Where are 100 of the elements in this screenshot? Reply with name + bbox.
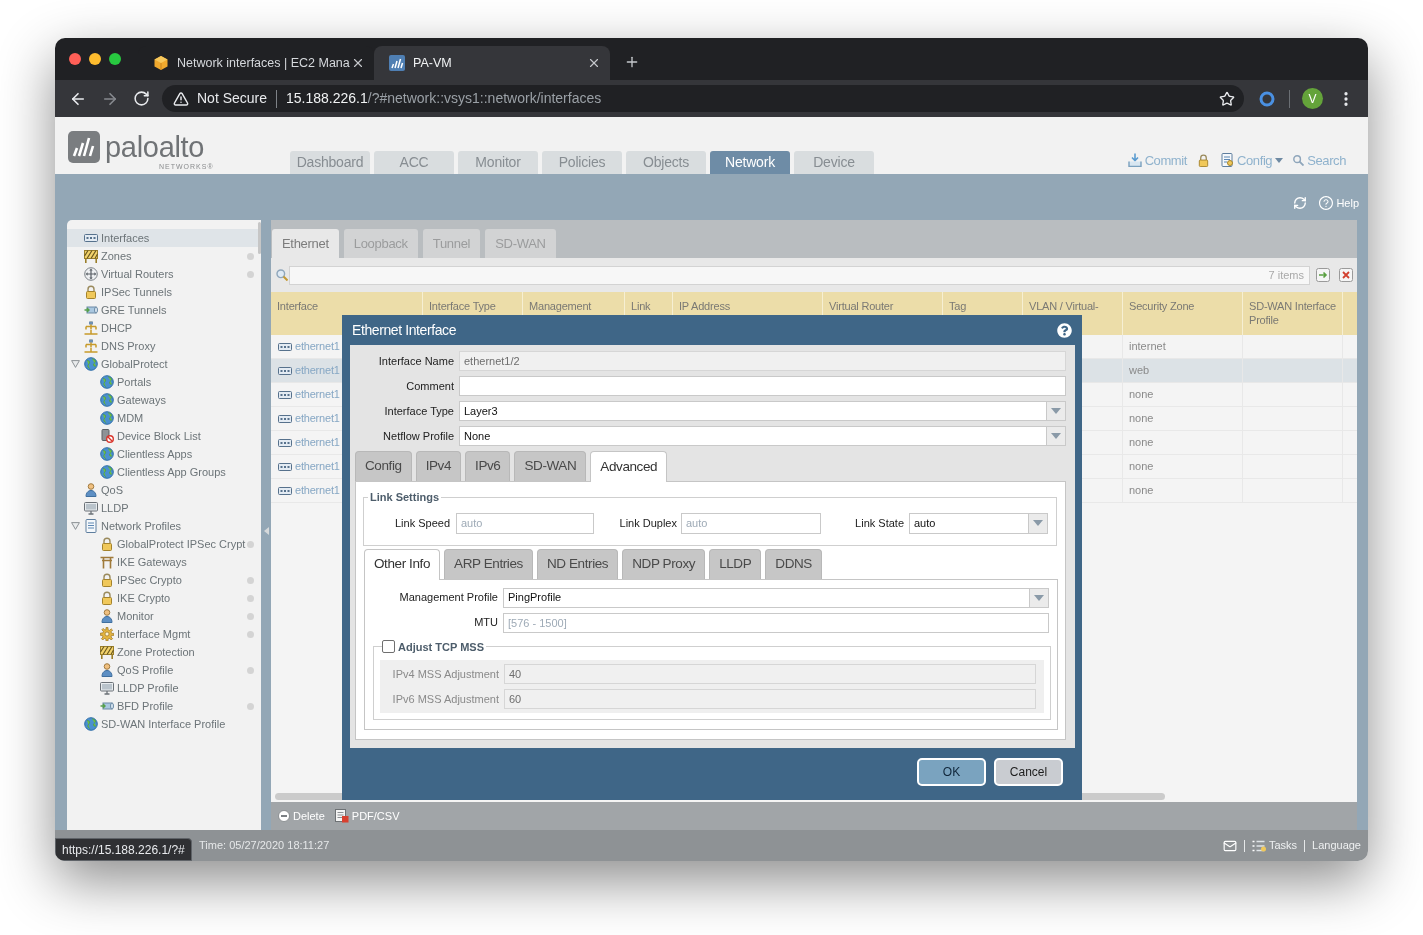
sidebar-item[interactable]: IKE Gateways xyxy=(67,553,258,571)
nav-tab[interactable]: Network xyxy=(710,151,790,174)
text-field[interactable]: auto xyxy=(681,512,821,534)
refresh-icon[interactable] xyxy=(1293,196,1308,210)
tab[interactable]: DDNS xyxy=(765,548,822,579)
reload-icon[interactable] xyxy=(133,90,150,107)
sidebar-item[interactable]: GlobalProtect IPSec Crypt xyxy=(67,535,258,553)
sidebar-item[interactable]: QoS Profile xyxy=(67,661,258,679)
ring-icon[interactable] xyxy=(1259,90,1275,107)
sidebar-item[interactable]: Interface Mgmt xyxy=(67,625,258,643)
tab[interactable]: NDP Proxy xyxy=(622,548,706,579)
text-field[interactable] xyxy=(459,376,1066,396)
scrollbar-thumb[interactable] xyxy=(258,222,261,254)
interface-link[interactable]: ethernet1 xyxy=(295,338,340,355)
sidebar-item[interactable]: Gateways xyxy=(67,391,258,409)
window-zoom-button[interactable] xyxy=(109,53,121,65)
interface-link[interactable]: ethernet1 xyxy=(295,458,340,475)
nav-tab[interactable]: Monitor xyxy=(458,151,538,174)
interface-link[interactable]: ethernet1 xyxy=(295,386,340,403)
tasks-button[interactable]: Tasks xyxy=(1251,837,1298,854)
sidebar-item[interactable]: MDM xyxy=(67,409,258,427)
tab[interactable]: Other Info xyxy=(364,548,441,580)
column-header[interactable]: Link xyxy=(631,299,651,313)
sidebar-item[interactable]: DNS Proxy xyxy=(67,337,258,355)
sidebar-item[interactable]: GRE Tunnels xyxy=(67,301,258,319)
profile-avatar[interactable]: V xyxy=(1302,88,1323,109)
dropdown[interactable]: None xyxy=(459,426,1066,446)
collapse-handle-icon[interactable] xyxy=(263,527,269,535)
sidebar-item[interactable]: Clientless Apps xyxy=(67,445,258,463)
window-minimize-button[interactable] xyxy=(89,53,101,65)
cancel-button[interactable]: Cancel xyxy=(994,758,1063,786)
sidebar-item[interactable]: IPSec Crypto xyxy=(67,571,258,589)
column-header[interactable]: IP Address xyxy=(679,299,730,313)
sidebar-item[interactable]: Interfaces xyxy=(67,229,258,247)
dropdown[interactable]: PingProfile xyxy=(503,587,1049,608)
url-text[interactable]: 15.188.226.1/?#network::vsys1::network/interfaces xyxy=(286,88,602,109)
sidebar-item[interactable]: IPSec Tunnels xyxy=(67,283,258,301)
sidebar-item[interactable]: BFD Profile xyxy=(67,697,258,715)
sidebar-item[interactable]: Zone Protection xyxy=(67,643,258,661)
close-tab-icon[interactable] xyxy=(351,56,365,70)
delete-button[interactable]: Delete xyxy=(278,807,325,825)
column-header[interactable]: SD-WAN Interface Profile xyxy=(1249,299,1340,327)
sidebar-item[interactable]: Portals xyxy=(67,373,258,391)
browser-tab[interactable]: PA-VM xyxy=(374,46,610,80)
interface-link[interactable]: ethernet1 xyxy=(295,434,340,451)
sidebar-item[interactable]: GlobalProtect xyxy=(67,355,258,373)
interface-link[interactable]: ethernet1 xyxy=(295,482,340,499)
column-header[interactable]: Management xyxy=(529,299,592,313)
nav-tab[interactable]: Device xyxy=(794,151,874,174)
sidebar-item[interactable]: QoS xyxy=(67,481,258,499)
tab[interactable]: SD-WAN xyxy=(514,451,587,481)
tab[interactable]: Advanced xyxy=(590,451,668,482)
dropdown[interactable]: auto xyxy=(909,512,1048,534)
column-header[interactable]: Security Zone xyxy=(1129,299,1195,313)
interface-link[interactable]: ethernet1 xyxy=(295,410,340,427)
nav-tab[interactable]: Objects xyxy=(626,151,706,174)
text-field[interactable]: 40 xyxy=(504,664,1036,684)
dropdown[interactable]: Layer3 xyxy=(459,401,1066,421)
close-tab-icon[interactable] xyxy=(587,56,601,70)
window-close-button[interactable] xyxy=(69,53,81,65)
checkbox[interactable] xyxy=(382,640,395,654)
new-tab-icon[interactable] xyxy=(624,54,640,70)
text-field[interactable]: [576 - 1500] xyxy=(503,612,1049,633)
mail-icon[interactable] xyxy=(1222,838,1237,853)
sidebar-item[interactable]: SD-WAN Interface Profile xyxy=(67,715,258,733)
nav-tab[interactable]: ACC xyxy=(374,151,454,174)
sidebar-item[interactable]: Clientless App Groups xyxy=(67,463,258,481)
checkbox-label[interactable]: Adjust TCP MSS xyxy=(398,638,484,655)
ok-button[interactable]: OK xyxy=(917,758,986,786)
caret-down-icon[interactable] xyxy=(71,522,80,530)
column-header[interactable]: Tag xyxy=(949,299,967,313)
sidebar-item[interactable]: Monitor xyxy=(67,607,258,625)
help-button[interactable]: Help xyxy=(1318,194,1359,211)
help-icon[interactable] xyxy=(1057,322,1072,338)
language-button[interactable]: Language xyxy=(1312,837,1361,854)
text-field[interactable]: 60 xyxy=(504,689,1036,709)
export-button[interactable]: PDF/CSV xyxy=(334,807,400,825)
tab[interactable]: ARP Entries xyxy=(444,548,533,579)
sidebar-item[interactable]: Zones xyxy=(67,247,258,265)
sidebar-item[interactable]: Virtual Routers xyxy=(67,265,258,283)
nav-tab[interactable]: Dashboard xyxy=(290,151,370,174)
tab[interactable]: LLDP xyxy=(709,548,762,579)
security-label[interactable]: Not Secure xyxy=(197,88,268,109)
tab[interactable]: Ethernet xyxy=(272,229,339,258)
text-field[interactable]: auto xyxy=(456,512,594,534)
lock-button[interactable] xyxy=(1197,153,1210,167)
bookmark-star-icon[interactable] xyxy=(1219,90,1235,107)
column-header[interactable]: Virtual Router xyxy=(829,299,894,313)
sidebar-item[interactable]: IKE Crypto xyxy=(67,589,258,607)
tab[interactable]: IPv4 xyxy=(415,451,462,481)
close-icon[interactable] xyxy=(1339,268,1353,282)
column-header[interactable]: VLAN / Virtual- xyxy=(1029,299,1099,313)
sidebar-item[interactable]: LLDP xyxy=(67,499,258,517)
tab[interactable]: IPv6 xyxy=(465,451,511,481)
column-header[interactable]: Interface Type xyxy=(429,299,496,313)
tab[interactable]: ND Entries xyxy=(536,548,619,579)
sidebar-item[interactable]: Device Block List xyxy=(67,427,258,445)
nav-tab[interactable]: Policies xyxy=(542,151,622,174)
tab[interactable]: Config xyxy=(355,451,412,481)
filter-field[interactable]: 7 items xyxy=(289,265,1310,285)
